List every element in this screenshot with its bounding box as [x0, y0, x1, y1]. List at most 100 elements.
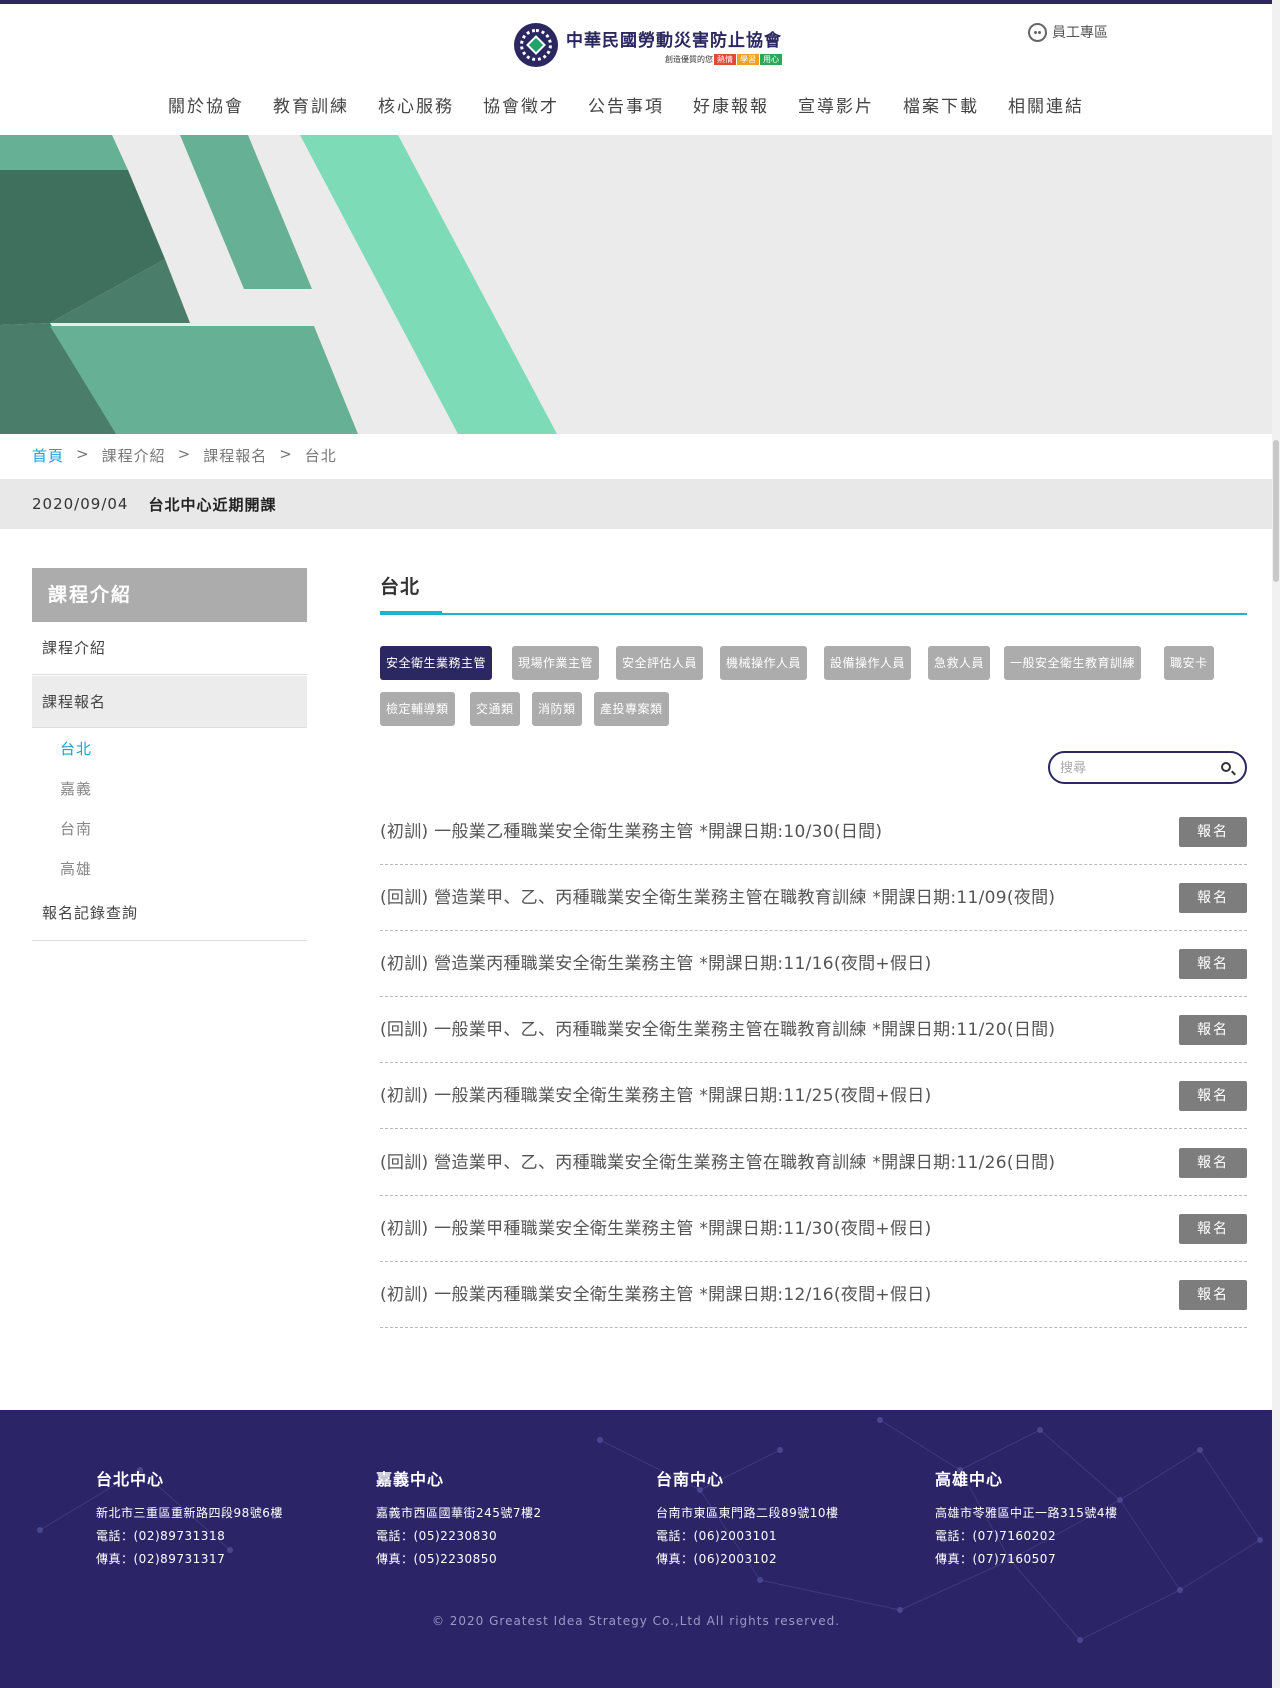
- register-button[interactable]: 報名: [1179, 1015, 1247, 1045]
- center-phone: 電話：(06)2003101: [656, 1529, 778, 1543]
- scrollbar-thumb[interactable]: [1273, 440, 1279, 582]
- staff-area-link[interactable]: 員工專區: [1028, 22, 1108, 42]
- site-logo[interactable]: 中華民國勞動災害防止協會 創造優質的您 熱情 學習 用心: [514, 22, 782, 68]
- footer-center-tainan: 台南中心 台南市東區東門路二段89號10樓 電話：(06)2003101 傳真：…: [656, 1466, 839, 1571]
- site-footer: 台北中心 新北市三重區重新路四段98號6樓 電話：(02)89731318 傳真…: [0, 1410, 1272, 1688]
- nav-item-announcements[interactable]: 公告事項: [588, 92, 664, 117]
- course-title[interactable]: (初訓) 一般業丙種職業安全衛生業務主管 *開課日期:11/25(夜間+假日): [380, 1063, 932, 1129]
- sidebar-subitem-kaohsiung[interactable]: 高雄: [60, 858, 92, 879]
- category-tab[interactable]: 安全衛生業務主管: [380, 646, 493, 680]
- main-nav: 關於協會 教育訓練 核心服務 協會徵才 公告事項 好康報報 宣導影片 檔案下載 …: [168, 92, 1113, 117]
- breadcrumb-current: 台北: [304, 447, 337, 465]
- center-name: 台北中心: [96, 1470, 165, 1489]
- breadcrumb-separator: >: [76, 445, 90, 463]
- center-phone: 電話：(05)2230830: [376, 1529, 498, 1543]
- hero-banner: [0, 135, 1272, 434]
- category-tab[interactable]: 一般安全衛生教育訓練: [1004, 646, 1142, 680]
- center-fax: 傳真：(02)89731317: [96, 1552, 226, 1566]
- face-icon: [1028, 22, 1047, 42]
- search-icon[interactable]: [1221, 762, 1231, 772]
- course-title[interactable]: (初訓) 一般業丙種職業安全衛生業務主管 *開課日期:12/16(夜間+假日): [380, 1262, 932, 1328]
- news-ticker[interactable]: 2020/09/04 台北中心近期開課: [0, 479, 1272, 529]
- center-address: 高雄市苓雅區中正一路315號4樓: [935, 1506, 1118, 1520]
- copyright: © 2020 Greatest Idea Strategy Co.,Ltd Al…: [431, 1614, 841, 1628]
- logo-tagline-text: 創造優質的您: [665, 54, 713, 64]
- category-tab[interactable]: 消防類: [532, 692, 582, 726]
- course-row: (回訓) 一般業甲、乙、丙種職業安全衛生業務主管在職教育訓練 *開課日期:11/…: [380, 997, 1247, 1063]
- footer-center-chiayi: 嘉義中心 嘉義市西區國華街245號7樓2 電話：(05)2230830 傳真：(…: [376, 1466, 542, 1571]
- nav-item-careers[interactable]: 協會徵才: [483, 92, 559, 117]
- center-fax: 傳真：(05)2230850: [376, 1552, 498, 1566]
- footer-center-taipei: 台北中心 新北市三重區重新路四段98號6樓 電話：(02)89731318 傳真…: [96, 1466, 283, 1571]
- sidebar-item-registration[interactable]: 課程報名: [32, 676, 307, 728]
- sidebar-subitem-tainan[interactable]: 台南: [60, 818, 92, 839]
- register-button[interactable]: 報名: [1179, 817, 1247, 847]
- course-row: (初訓) 一般業乙種職業安全衛生業務主管 *開課日期:10/30(日間) 報名: [380, 799, 1247, 865]
- logo-tagline: 創造優質的您 熱情 學習 用心: [566, 53, 782, 65]
- nav-item-videos[interactable]: 宣導影片: [798, 92, 874, 117]
- category-tab[interactable]: 急救人員: [928, 646, 991, 680]
- logo-title: 中華民國勞動災害防止協會: [566, 30, 782, 51]
- course-row: (回訓) 營造業甲、乙、丙種職業安全衛生業務主管在職教育訓練 *開課日期:11/…: [380, 1130, 1247, 1196]
- sidebar-subitem-taipei[interactable]: 台北: [60, 738, 92, 759]
- staff-area-label: 員工專區: [1052, 25, 1108, 41]
- course-title[interactable]: (回訓) 一般業甲、乙、丙種職業安全衛生業務主管在職教育訓練 *開課日期:11/…: [380, 997, 1055, 1063]
- center-phone: 電話：(02)89731318: [96, 1529, 226, 1543]
- register-button[interactable]: 報名: [1179, 1148, 1247, 1178]
- center-address: 台南市東區東門路二段89號10樓: [656, 1506, 839, 1520]
- nav-item-downloads[interactable]: 檔案下載: [903, 92, 979, 117]
- nav-item-about[interactable]: 關於協會: [168, 92, 244, 117]
- course-row: (回訓) 營造業甲、乙、丙種職業安全衛生業務主管在職教育訓練 *開課日期:11/…: [380, 865, 1247, 931]
- center-name: 嘉義中心: [376, 1470, 445, 1489]
- breadcrumb-separator: >: [177, 445, 192, 463]
- register-button[interactable]: 報名: [1179, 949, 1247, 979]
- search-box: [1048, 751, 1247, 784]
- category-tab[interactable]: 現場作業主管: [512, 646, 600, 680]
- center-fax: 傳真：(07)7160507: [935, 1552, 1057, 1566]
- breadcrumb-separator: >: [279, 445, 293, 463]
- category-tab[interactable]: 檢定輔導類: [380, 692, 455, 726]
- category-tab[interactable]: 設備操作人員: [824, 646, 912, 680]
- course-row: (初訓) 一般業丙種職業安全衛生業務主管 *開課日期:11/25(夜間+假日) …: [380, 1063, 1247, 1129]
- course-title[interactable]: (初訓) 營造業丙種職業安全衛生業務主管 *開課日期:11/16(夜間+假日): [380, 931, 932, 997]
- register-button[interactable]: 報名: [1179, 883, 1247, 913]
- register-button[interactable]: 報名: [1179, 1214, 1247, 1244]
- sidebar-heading: 課程介紹: [32, 568, 307, 622]
- sidebar-subitem-chiayi[interactable]: 嘉義: [60, 778, 92, 799]
- center-fax: 傳真：(06)2003102: [656, 1552, 778, 1566]
- sidebar-item-records[interactable]: 報名記錄查詢: [32, 893, 307, 941]
- course-row: (初訓) 一般業甲種職業安全衛生業務主管 *開課日期:11/30(夜間+假日) …: [380, 1196, 1247, 1262]
- nav-item-links[interactable]: 相關連結: [1008, 92, 1084, 117]
- breadcrumb-registration[interactable]: 課程報名: [203, 445, 267, 466]
- title-divider: [380, 611, 1247, 615]
- top-accent-bar: [0, 0, 1280, 4]
- course-title[interactable]: (初訓) 一般業乙種職業安全衛生業務主管 *開課日期:10/30(日間): [380, 799, 882, 865]
- category-tab[interactable]: 安全評估人員: [616, 646, 704, 680]
- nav-item-offers[interactable]: 好康報報: [693, 92, 769, 117]
- logo-tag: 學習: [737, 53, 759, 65]
- center-phone: 電話：(07)7160202: [935, 1529, 1057, 1543]
- footer-center-kaohsiung: 高雄中心 高雄市苓雅區中正一路315號4樓 電話：(07)7160202 傳真：…: [935, 1466, 1118, 1571]
- scrollbar[interactable]: [1272, 0, 1280, 1688]
- news-title[interactable]: 台北中心近期開課: [148, 494, 276, 515]
- category-tab[interactable]: 產投專案類: [594, 692, 669, 726]
- course-row: (初訓) 一般業丙種職業安全衛生業務主管 *開課日期:12/16(夜間+假日) …: [380, 1262, 1247, 1328]
- course-title[interactable]: (初訓) 一般業甲種職業安全衛生業務主管 *開課日期:11/30(夜間+假日): [380, 1196, 932, 1262]
- search-input[interactable]: [1060, 759, 1210, 777]
- course-title[interactable]: (回訓) 營造業甲、乙、丙種職業安全衛生業務主管在職教育訓練 *開課日期:11/…: [380, 1130, 1055, 1196]
- breadcrumb-home[interactable]: 首頁: [32, 445, 64, 466]
- banner-graphic: [0, 135, 557, 434]
- sidebar-item-course-intro[interactable]: 課程介紹: [32, 622, 307, 675]
- category-tab[interactable]: 機械操作人員: [720, 646, 808, 680]
- register-button[interactable]: 報名: [1179, 1081, 1247, 1111]
- logo-tag: 用心: [760, 53, 782, 65]
- logo-emblem-icon: [514, 23, 558, 67]
- category-tab[interactable]: 交通類: [470, 692, 520, 726]
- nav-item-services[interactable]: 核心服務: [378, 92, 454, 117]
- logo-tag: 熱情: [714, 53, 736, 65]
- nav-item-training[interactable]: 教育訓練: [273, 92, 349, 117]
- register-button[interactable]: 報名: [1179, 1280, 1247, 1310]
- course-title[interactable]: (回訓) 營造業甲、乙、丙種職業安全衛生業務主管在職教育訓練 *開課日期:11/…: [380, 865, 1055, 931]
- category-tab[interactable]: 職安卡: [1164, 646, 1214, 680]
- breadcrumb-courses[interactable]: 課程介紹: [102, 445, 166, 466]
